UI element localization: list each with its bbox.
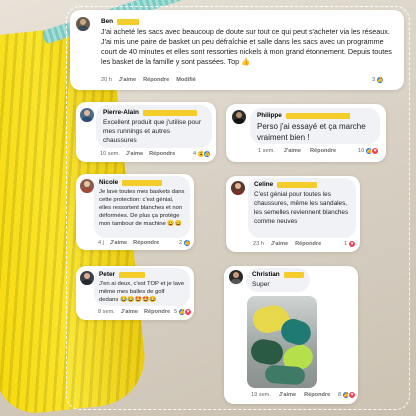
reaction-summary[interactable]: 10 👍 ♥	[358, 147, 380, 155]
attached-photo-washed-shoes[interactable]	[247, 296, 317, 388]
commenter-name[interactable]: Nicole	[99, 179, 118, 186]
comment-time[interactable]: 1 sem.	[258, 148, 275, 154]
reaction-summary[interactable]: 2 👍	[179, 239, 192, 247]
comment-time[interactable]: 23 h	[253, 241, 264, 247]
reaction-count: 4	[193, 151, 197, 157]
like-button[interactable]: J'aime	[121, 309, 138, 315]
name-redaction	[142, 109, 197, 116]
commenter-name[interactable]: Ben	[101, 18, 113, 25]
reaction-count: 8	[338, 392, 342, 398]
commenter-name[interactable]: Pierre-Alain	[103, 109, 139, 116]
comment-text: J'en ai deux, c'est TOP et je lave même …	[99, 281, 185, 303]
reaction-count: 3	[372, 77, 376, 83]
like-button[interactable]: J'aime	[119, 77, 136, 83]
reaction-count: 2	[179, 240, 183, 246]
comment-text: Excellent produit que j'utilise pour mes…	[103, 119, 202, 144]
comment-bubble: Celine C'est génial pour toutes les chau…	[248, 178, 356, 238]
avatar	[231, 181, 245, 195]
comment-text: Je lave toutes mes baskets dans cette pr…	[99, 189, 185, 227]
avatar	[80, 108, 94, 122]
reply-button[interactable]: Répondre	[304, 392, 330, 398]
comment-bubble: Pierre-Alain Excellent produit que j'uti…	[96, 105, 212, 148]
comment-actions: 19 sem. J'aime Répondre	[251, 392, 330, 398]
like-button[interactable]: J'aime	[271, 241, 288, 247]
comment-bubble: Philippe Perso j'ai essayé et ça marche …	[250, 108, 380, 144]
reply-button[interactable]: Répondre	[295, 241, 321, 247]
love-reaction-icon: ♥	[371, 147, 380, 155]
comment-card-pierre-alain: Pierre-Alain Excellent produit que j'uti…	[76, 102, 216, 162]
comment-card-nicole: Nicole Je lave toutes mes baskets dans c…	[76, 174, 194, 250]
reply-button[interactable]: Répondre	[143, 77, 169, 83]
comment-time[interactable]: 10 sem.	[100, 151, 120, 157]
reaction-count: 10	[358, 148, 365, 154]
comment-text: J'ai acheté les sacs avec beaucoup de do…	[101, 27, 392, 66]
shoe-image	[264, 364, 306, 386]
comment-text: Super	[252, 281, 270, 288]
like-button[interactable]: J'aime	[110, 240, 127, 246]
commenter-name[interactable]: Peter	[99, 271, 115, 278]
reaction-summary[interactable]: 4 😮 👍	[193, 150, 212, 158]
avatar	[232, 110, 246, 124]
name-redaction	[283, 271, 304, 278]
like-reaction-icon: 👍	[203, 150, 212, 158]
love-reaction-icon: ♥	[348, 240, 357, 248]
avatar	[229, 270, 243, 284]
name-redaction	[122, 179, 163, 186]
reply-button[interactable]: Répondre	[133, 240, 159, 246]
comment-actions: 4 j J'aime Répondre	[98, 240, 159, 246]
comment-card-peter: Peter J'en ai deux, c'est TOP et je lave…	[76, 266, 194, 320]
comment-text: Perso j'ai essayé et ça marche vraiment …	[257, 122, 366, 142]
commenter-name[interactable]: Philippe	[257, 112, 282, 119]
reaction-count: 1	[344, 241, 348, 247]
comment-actions: 8 sem. J'aime Répondre	[98, 309, 170, 315]
comment-bubble: Ben J'ai acheté les sacs avec beaucoup d…	[94, 14, 400, 72]
name-redaction	[119, 271, 145, 278]
comment-time[interactable]: 19 sem.	[251, 392, 271, 398]
like-reaction-icon: 👍	[376, 76, 385, 84]
commenter-name[interactable]: Celine	[254, 181, 273, 188]
avatar	[80, 179, 94, 193]
love-reaction-icon: ♥	[184, 308, 193, 316]
avatar	[80, 271, 94, 285]
comment-bubble: Peter J'en ai deux, c'est TOP et je lave…	[94, 268, 190, 306]
name-redaction	[277, 181, 318, 188]
comment-text: C'est génial pour toutes les chaussures,…	[254, 191, 349, 225]
comment-bubble: Nicole Je lave toutes mes baskets dans c…	[94, 176, 190, 238]
reaction-summary[interactable]: 3 👍	[372, 76, 385, 84]
like-button[interactable]: J'aime	[284, 148, 301, 154]
comment-time[interactable]: 20 h	[101, 77, 112, 83]
like-button[interactable]: J'aime	[279, 392, 296, 398]
comment-card-ben: Ben J'ai acheté les sacs avec beaucoup d…	[70, 10, 404, 90]
reply-button[interactable]: Répondre	[144, 309, 170, 315]
like-button[interactable]: J'aime	[126, 151, 143, 157]
comment-card-celine: Celine C'est génial pour toutes les chau…	[226, 176, 360, 252]
name-redaction	[285, 112, 350, 119]
comment-actions: 23 h J'aime Répondre	[253, 241, 321, 247]
comment-bubble: Christian Super	[246, 268, 310, 292]
reply-button[interactable]: Répondre	[310, 148, 336, 154]
reaction-count: 5	[174, 309, 178, 315]
comment-actions: 10 sem. J'aime Répondre	[100, 151, 175, 157]
comment-time[interactable]: 8 sem.	[98, 309, 115, 315]
reply-button[interactable]: Répondre	[149, 151, 175, 157]
comment-actions: 1 sem. J'aime Répondre	[258, 148, 336, 154]
comment-actions: 20 h J'aime Répondre Modifié	[101, 77, 196, 83]
name-redaction	[117, 18, 140, 25]
edited-label: Modifié	[176, 77, 196, 83]
comment-card-philippe: Philippe Perso j'ai essayé et ça marche …	[226, 104, 386, 162]
reaction-summary[interactable]: 8 👍 ♥	[338, 391, 357, 399]
love-reaction-icon: ♥	[348, 391, 357, 399]
reaction-summary[interactable]: 5 👍 ♥	[174, 308, 193, 316]
shoe-image	[249, 337, 285, 367]
comment-time[interactable]: 4 j	[98, 240, 104, 246]
reaction-summary[interactable]: 1 ♥	[344, 240, 357, 248]
like-reaction-icon: 👍	[183, 239, 192, 247]
avatar	[76, 17, 90, 31]
commenter-name[interactable]: Christian	[252, 271, 280, 278]
